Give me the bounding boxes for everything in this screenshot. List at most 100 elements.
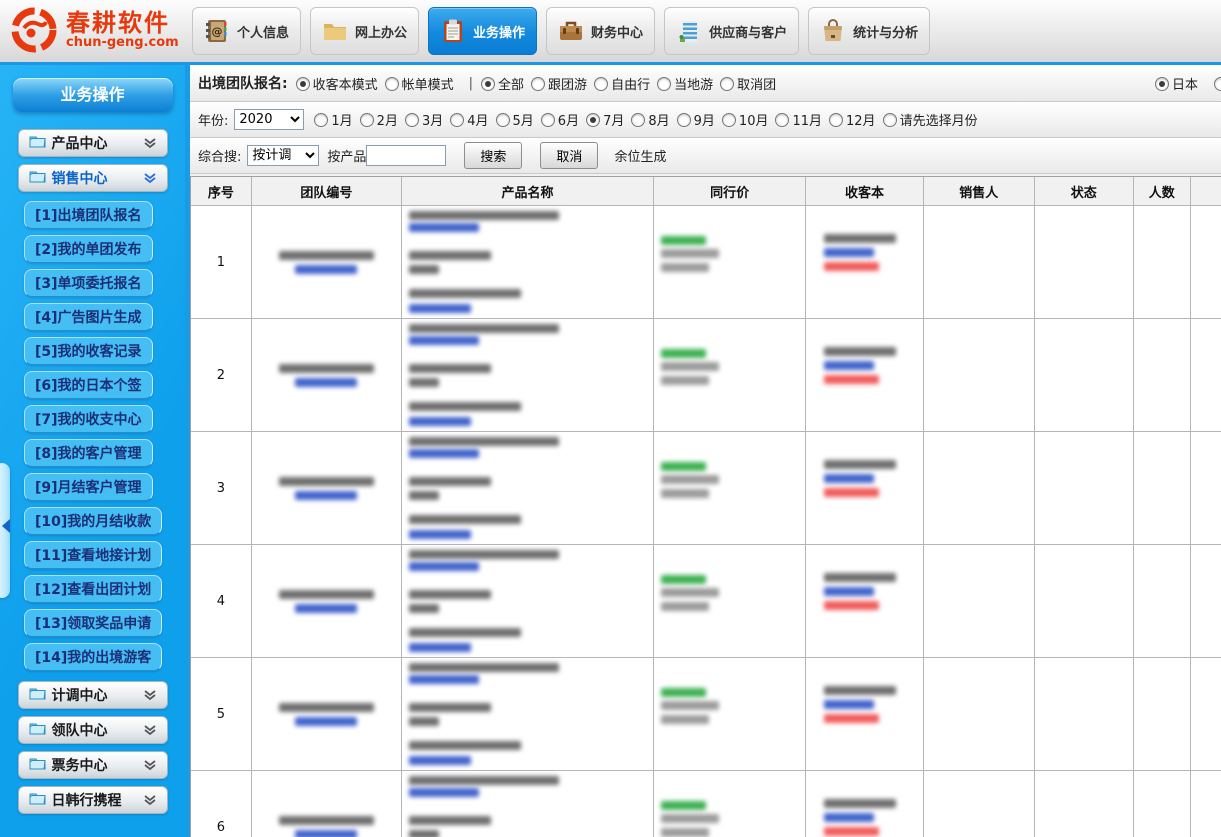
search-button[interactable]: 搜索: [464, 142, 522, 169]
sidebar-item-14[interactable]: [14]我的出境游客: [24, 643, 162, 671]
sidebar-item-11[interactable]: [11]查看地接计划: [24, 541, 162, 569]
month-option-10[interactable]: 10月: [722, 114, 769, 129]
sidebar-item-10[interactable]: [10]我的月结收款: [24, 507, 162, 535]
type-option-1[interactable]: 全部: [481, 78, 524, 93]
type-option-radio[interactable]: [481, 77, 495, 91]
product-search-input[interactable]: [366, 145, 446, 166]
type-option-radio[interactable]: [594, 77, 608, 91]
month-option-4[interactable]: 4月: [450, 114, 488, 129]
month-option-radio[interactable]: [450, 113, 464, 127]
month-option-1[interactable]: 1月: [314, 114, 352, 129]
type-option-2[interactable]: 跟团游: [531, 78, 587, 93]
cell-product-name: [402, 206, 654, 318]
tab-3[interactable]: 业务操作: [428, 7, 537, 55]
sidebar-item-2[interactable]: [2]我的单团发布: [24, 235, 153, 263]
region-option-radio[interactable]: [1155, 77, 1169, 91]
month-option-radio[interactable]: [405, 113, 419, 127]
month-option-radio[interactable]: [360, 113, 374, 127]
type-option-3[interactable]: 自由行: [594, 78, 650, 93]
month-option-11[interactable]: 11月: [775, 114, 822, 129]
sidebar-item-5[interactable]: [5]我的收客记录: [24, 337, 153, 365]
mode-option-2[interactable]: 帐单模式: [385, 78, 454, 93]
redacted-text-line: [295, 265, 357, 274]
sidebar-section-5[interactable]: 票务中心: [18, 751, 168, 779]
radio-label: 11月: [792, 114, 822, 129]
sidebar-item-7[interactable]: [7]我的收支中心: [24, 405, 153, 433]
month-option-8[interactable]: 8月: [631, 114, 669, 129]
type-option-radio[interactable]: [657, 77, 671, 91]
table-row[interactable]: 5: [191, 658, 1221, 771]
sidebar-item-1[interactable]: [1]出境团队报名: [24, 201, 153, 229]
mode-option-1[interactable]: 收客本模式: [296, 78, 378, 93]
month-option-radio[interactable]: [775, 113, 789, 127]
month-option-radio[interactable]: [829, 113, 843, 127]
tab-2[interactable]: 网上办公: [310, 7, 419, 55]
mode-option-radio[interactable]: [385, 77, 399, 91]
tab-5[interactable]: 供应商与客户: [664, 7, 799, 55]
month-option-2[interactable]: 2月: [360, 114, 398, 129]
month-option-13[interactable]: 请先选择月份: [883, 114, 978, 129]
sidebar-item-3[interactable]: [3]单项委托报名: [24, 269, 153, 297]
mode-option-radio[interactable]: [296, 77, 310, 91]
sidebar-item-6[interactable]: [6]我的日本个签: [24, 371, 153, 399]
type-option-5[interactable]: 取消团: [720, 78, 776, 93]
cancel-button[interactable]: 取消: [540, 142, 598, 169]
month-option-5[interactable]: 5月: [496, 114, 534, 129]
month-option-3[interactable]: 3月: [405, 114, 443, 129]
address-book-icon: @: [204, 18, 230, 44]
radio-label: 当地游: [674, 78, 713, 93]
cell-empty: [1035, 545, 1134, 657]
column-header-7: 状态: [1035, 177, 1134, 205]
month-option-6[interactable]: 6月: [541, 114, 579, 129]
sidebar-item-13[interactable]: [13]领取奖品申请: [24, 609, 162, 637]
redacted-text-line: [409, 604, 439, 613]
type-option-4[interactable]: 当地游: [657, 78, 713, 93]
month-option-radio[interactable]: [631, 113, 645, 127]
sidebar-section-4[interactable]: 领队中心: [18, 716, 168, 744]
cell-empty: [1191, 545, 1221, 657]
month-option-12[interactable]: 12月: [829, 114, 876, 129]
month-option-radio[interactable]: [883, 113, 897, 127]
filter-row-date: 年份: 2020 1月2月3月4月5月6月7月8月9月10月11月12月请先选择…: [190, 102, 1221, 138]
sidebar-item-9[interactable]: [9]月结客户管理: [24, 473, 153, 501]
tab-4[interactable]: 财务中心: [546, 7, 655, 55]
sidebar-section-1[interactable]: 产品中心: [18, 129, 168, 157]
month-option-radio[interactable]: [677, 113, 691, 127]
tab-1[interactable]: @个人信息: [192, 7, 301, 55]
cell-peer-price: [654, 432, 806, 544]
table-row[interactable]: 4: [191, 545, 1221, 658]
tab-6[interactable]: 统计与分析: [808, 7, 930, 55]
year-select[interactable]: 2020: [234, 109, 304, 130]
month-option-radio[interactable]: [722, 113, 736, 127]
type-option-radio[interactable]: [531, 77, 545, 91]
sidebar-item-12[interactable]: [12]查看出团计划: [24, 575, 162, 603]
svg-text:@: @: [212, 25, 223, 38]
type-option-radio[interactable]: [720, 77, 734, 91]
month-option-radio[interactable]: [314, 113, 328, 127]
table-row[interactable]: 3: [191, 432, 1221, 545]
sidebar-collapse-handle[interactable]: [0, 463, 10, 598]
sidebar-item-8[interactable]: [8]我的客户管理: [24, 439, 153, 467]
month-option-9[interactable]: 9月: [677, 114, 715, 129]
cell-empty: [1035, 319, 1134, 431]
radio-label: 1月: [331, 114, 352, 129]
bag-icon: [820, 18, 846, 44]
planner-select[interactable]: 按计调: [247, 145, 319, 166]
sidebar-item-4[interactable]: [4]广告图片生成: [24, 303, 153, 331]
table-row[interactable]: 2: [191, 319, 1221, 432]
month-option-7[interactable]: 7月: [586, 114, 624, 129]
cell-empty: [924, 206, 1035, 318]
month-option-radio[interactable]: [541, 113, 555, 127]
seats-generate-link[interactable]: 余位生成: [614, 146, 666, 165]
table-row[interactable]: 6: [191, 771, 1221, 837]
region-option-1[interactable]: 日本: [1155, 78, 1198, 93]
month-option-radio[interactable]: [496, 113, 510, 127]
region-radio-cutoff[interactable]: [1214, 77, 1221, 91]
sidebar-section-6[interactable]: 日韩行携程: [18, 786, 168, 814]
sidebar-section-2[interactable]: 销售中心: [18, 164, 168, 192]
filter-separator: |: [469, 76, 473, 91]
sidebar-title-button[interactable]: 业务操作: [13, 78, 173, 112]
table-row[interactable]: 1: [191, 206, 1221, 319]
month-option-radio[interactable]: [586, 113, 600, 127]
sidebar-section-3[interactable]: 计调中心: [18, 681, 168, 709]
